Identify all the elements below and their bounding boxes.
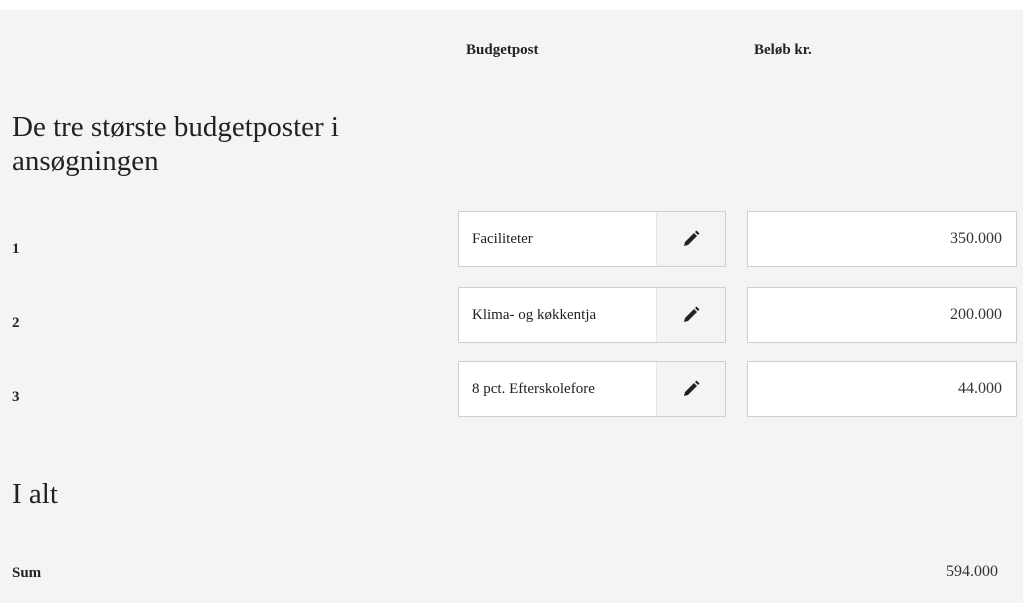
budgetpost-field-3[interactable]: 8 pct. Efterskolefore (458, 361, 726, 417)
total-title: I alt (12, 478, 58, 510)
pencil-icon (684, 306, 700, 322)
pencil-icon (684, 230, 700, 246)
row-number-1: 1 (12, 241, 20, 257)
budgetpost-name-2: Klima- og køkkentja (472, 307, 597, 323)
sum-value: 594.000 (946, 563, 998, 580)
edit-button-1[interactable] (656, 212, 725, 266)
budgetpost-name-3: 8 pct. Efterskolefore (472, 381, 595, 397)
sum-label: Sum (12, 565, 42, 581)
pencil-icon (684, 380, 700, 396)
amount-field-1[interactable]: 350.000 (747, 211, 1017, 267)
row-number-3: 3 (12, 389, 20, 405)
budgetpost-field-1[interactable]: Faciliteter (458, 211, 726, 267)
budgetpost-field-2[interactable]: Klima- og køkkentja (458, 287, 726, 343)
section-title: De tre største budgetposter i ansøgninge… (12, 111, 339, 177)
amount-field-2[interactable]: 200.000 (747, 287, 1017, 343)
column-header-amount: Beløb kr. (754, 42, 812, 58)
budgetpost-name-1: Faciliteter (472, 231, 533, 247)
edit-button-2[interactable] (656, 288, 725, 342)
amount-field-3[interactable]: 44.000 (747, 361, 1017, 417)
column-header-budgetpost: Budgetpost (466, 42, 539, 58)
row-number-2: 2 (12, 315, 20, 331)
budget-panel: Budgetpost Beløb kr. De tre største budg… (0, 10, 1023, 603)
edit-button-3[interactable] (656, 362, 725, 416)
